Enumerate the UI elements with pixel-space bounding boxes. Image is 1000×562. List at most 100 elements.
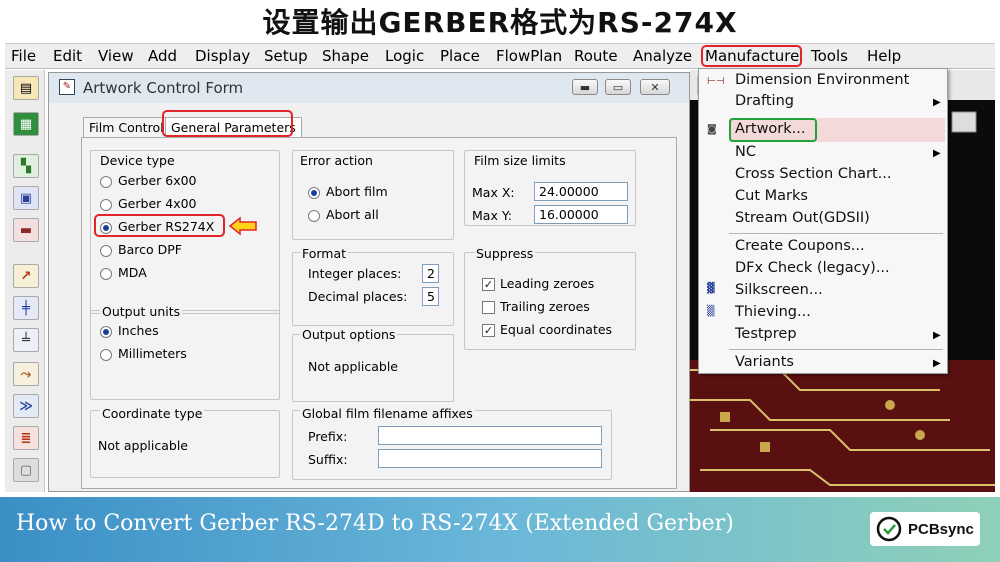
max-x-label: Max X:	[472, 185, 515, 200]
radio-barco-dpf[interactable]	[100, 245, 112, 257]
menu-item-stream-out[interactable]: Stream Out(GDSII)	[735, 210, 870, 226]
add-connect-icon[interactable]: ╪	[13, 296, 39, 320]
label-abort-film: Abort film	[326, 184, 388, 199]
menu-item-thieving[interactable]: Thieving...	[735, 304, 811, 320]
menu-item-variants[interactable]: Variants	[735, 354, 794, 370]
artwork-control-form: ✎ Artwork Control Form ▬ ▭ ✕ Film Contro…	[48, 72, 690, 492]
menu-view[interactable]: View	[98, 47, 134, 65]
label-mda: MDA	[118, 265, 147, 280]
menu-item-dfx-check[interactable]: DFx Check (legacy)...	[735, 260, 890, 276]
form-titlebar[interactable]: ✎ Artwork Control Form ▬ ▭ ✕	[49, 73, 689, 103]
max-y-label: Max Y:	[472, 208, 513, 223]
menu-shape[interactable]: Shape	[322, 47, 369, 65]
silkscreen-icon: ▓	[707, 283, 715, 294]
chip-icon[interactable]: ▣	[13, 186, 39, 210]
checkbox-trailing-zeroes[interactable]	[482, 301, 495, 314]
board-icon[interactable]: ▦	[13, 112, 39, 136]
minimize-button[interactable]: ▬	[572, 79, 598, 95]
radio-abort-all[interactable]	[308, 210, 320, 222]
manufacture-highlight	[701, 45, 802, 67]
artwork-highlight	[729, 118, 817, 142]
label-trailing-zeroes: Trailing zeroes	[500, 299, 590, 314]
menu-setup[interactable]: Setup	[264, 47, 308, 65]
integer-places-field[interactable]: 2	[422, 264, 439, 283]
checkbox-equal-coordinates[interactable]: ✓	[482, 324, 495, 337]
general-tab-highlight	[162, 110, 293, 137]
menu-item-cut-marks[interactable]: Cut Marks	[735, 188, 808, 204]
integer-places-label: Integer places:	[308, 266, 402, 281]
output-options-label: Output options	[300, 327, 398, 342]
submenu-arrow-icon: ▶	[933, 330, 941, 341]
menu-logic[interactable]: Logic	[385, 47, 424, 65]
app-icon: ✎	[59, 79, 75, 95]
menu-item-drafting[interactable]: Drafting	[735, 93, 794, 109]
close-button[interactable]: ✕	[640, 79, 670, 95]
label-gerber-6x00: Gerber 6x00	[118, 173, 197, 188]
radio-mda[interactable]	[100, 268, 112, 280]
menu-separator	[729, 233, 943, 234]
radio-gerber-4x00[interactable]	[100, 199, 112, 211]
maximize-button[interactable]: ▭	[605, 79, 631, 95]
menu-display[interactable]: Display	[195, 47, 250, 65]
open-file-icon[interactable]: ▤	[13, 76, 39, 100]
decimal-places-field[interactable]: 5	[422, 287, 439, 306]
menu-tools[interactable]: Tools	[811, 47, 848, 65]
radio-gerber-6x00[interactable]	[100, 176, 112, 188]
radio-millimeters[interactable]	[100, 349, 112, 361]
prefix-field[interactable]	[378, 426, 602, 445]
tab-film-control[interactable]: Film Control	[83, 117, 170, 137]
bus-icon[interactable]: ≣	[13, 426, 39, 450]
max-y-field[interactable]: 16.00000	[534, 205, 628, 224]
menu-item-silkscreen[interactable]: Silkscreen...	[735, 282, 823, 298]
label-leading-zeroes: Leading zeroes	[500, 276, 595, 291]
menu-add[interactable]: Add	[148, 47, 177, 65]
rs274x-highlight	[94, 214, 225, 237]
general-parameters-panel: Device type Gerber 6x00 Gerber 4x00 Gerb…	[81, 137, 677, 489]
menu-item-cross-section-chart[interactable]: Cross Section Chart...	[735, 166, 892, 182]
footer-caption: How to Convert Gerber RS-274D to RS-274X…	[16, 511, 734, 536]
menu-item-dimension-environment[interactable]: Dimension Environment	[735, 72, 909, 88]
menu-route[interactable]: Route	[574, 47, 618, 65]
suffix-field[interactable]	[378, 449, 602, 468]
label-barco-dpf: Barco DPF	[118, 242, 182, 257]
format-label: Format	[300, 246, 349, 261]
slide-icon[interactable]: ╧	[13, 328, 39, 352]
menu-help[interactable]: Help	[867, 47, 901, 65]
label-millimeters: Millimeters	[118, 346, 187, 361]
flow-icon[interactable]: ≫	[13, 394, 39, 418]
suppress-label: Suppress	[474, 246, 536, 261]
max-x-field[interactable]: 24.00000	[534, 182, 628, 201]
component-icon[interactable]: ▚	[13, 154, 39, 178]
menu-analyze[interactable]: Analyze	[633, 47, 692, 65]
radio-abort-film[interactable]	[308, 187, 320, 199]
fanout-icon[interactable]: ⤳	[13, 362, 39, 386]
menu-place[interactable]: Place	[440, 47, 480, 65]
menu-item-create-coupons[interactable]: Create Coupons...	[735, 238, 865, 254]
banner-title: 设置输出GERBER格式为RS-274X	[0, 0, 1000, 42]
prefix-label: Prefix:	[308, 429, 348, 444]
grid-icon[interactable]: ▢	[13, 458, 39, 482]
manufacture-menu: ⊢⊣ Dimension Environment Drafting ▶ ◙ Ar…	[698, 68, 948, 374]
label-gerber-4x00: Gerber 4x00	[118, 196, 197, 211]
resistor-icon[interactable]: ▬	[13, 218, 39, 242]
menu-flowplan[interactable]: FlowPlan	[496, 47, 562, 65]
checkbox-leading-zeroes[interactable]: ✓	[482, 278, 495, 291]
decimal-places-label: Decimal places:	[308, 289, 408, 304]
coordinate-type-label: Coordinate type	[100, 406, 205, 421]
submenu-arrow-icon: ▶	[933, 358, 941, 369]
label-abort-all: Abort all	[326, 207, 379, 222]
submenu-arrow-icon: ▶	[933, 97, 941, 108]
label-inches: Inches	[118, 323, 159, 338]
submenu-arrow-icon: ▶	[933, 148, 941, 159]
route-icon[interactable]: ↗	[13, 264, 39, 288]
label-equal-coordinates: Equal coordinates	[500, 322, 613, 337]
error-action-label: Error action	[300, 153, 373, 168]
menu-bar: File Edit View Add Display Setup Shape L…	[5, 43, 995, 69]
camera-icon: ◙	[707, 124, 717, 135]
output-units-label: Output units	[100, 304, 183, 319]
menu-edit[interactable]: Edit	[53, 47, 82, 65]
radio-inches[interactable]	[100, 326, 112, 338]
menu-file[interactable]: File	[11, 47, 36, 65]
menu-item-testprep[interactable]: Testprep	[735, 326, 797, 342]
menu-item-nc[interactable]: NC	[735, 144, 756, 160]
